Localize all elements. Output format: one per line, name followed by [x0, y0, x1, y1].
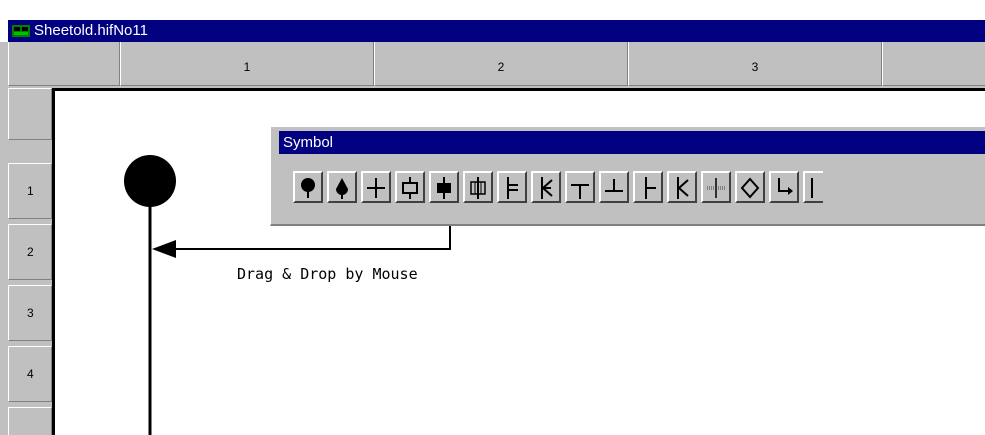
partial-icon[interactable]	[803, 171, 823, 203]
symbol-palette: Symbol	[270, 126, 985, 226]
diamond-icon[interactable]	[735, 171, 765, 203]
branch-arrow-icon[interactable]	[531, 171, 561, 203]
filled-connector-icon[interactable]	[429, 171, 459, 203]
drag-drop-annotation: Drag & Drop by Mouse	[237, 265, 418, 283]
filled-drop-icon[interactable]	[327, 171, 357, 203]
tee-up-icon[interactable]	[599, 171, 629, 203]
double-connector-icon[interactable]	[463, 171, 493, 203]
dotted-gap-icon[interactable]	[701, 171, 731, 203]
k-branch-icon[interactable]	[667, 171, 697, 203]
branch-right-icon[interactable]	[497, 171, 527, 203]
tee-down-icon[interactable]	[565, 171, 595, 203]
palette-title[interactable]: Symbol	[279, 131, 985, 154]
plus-icon[interactable]	[361, 171, 391, 203]
hollow-connector-icon[interactable]	[395, 171, 425, 203]
corner-arrow-icon[interactable]	[769, 171, 799, 203]
sheet-window: Sheetold.hifNo11 1 2 3 1 2 3 4 Drag & Dr…	[0, 0, 985, 435]
drag-arrowhead-icon	[152, 240, 176, 258]
tee-right-icon[interactable]	[633, 171, 663, 203]
filled-pin-icon[interactable]	[293, 171, 323, 203]
